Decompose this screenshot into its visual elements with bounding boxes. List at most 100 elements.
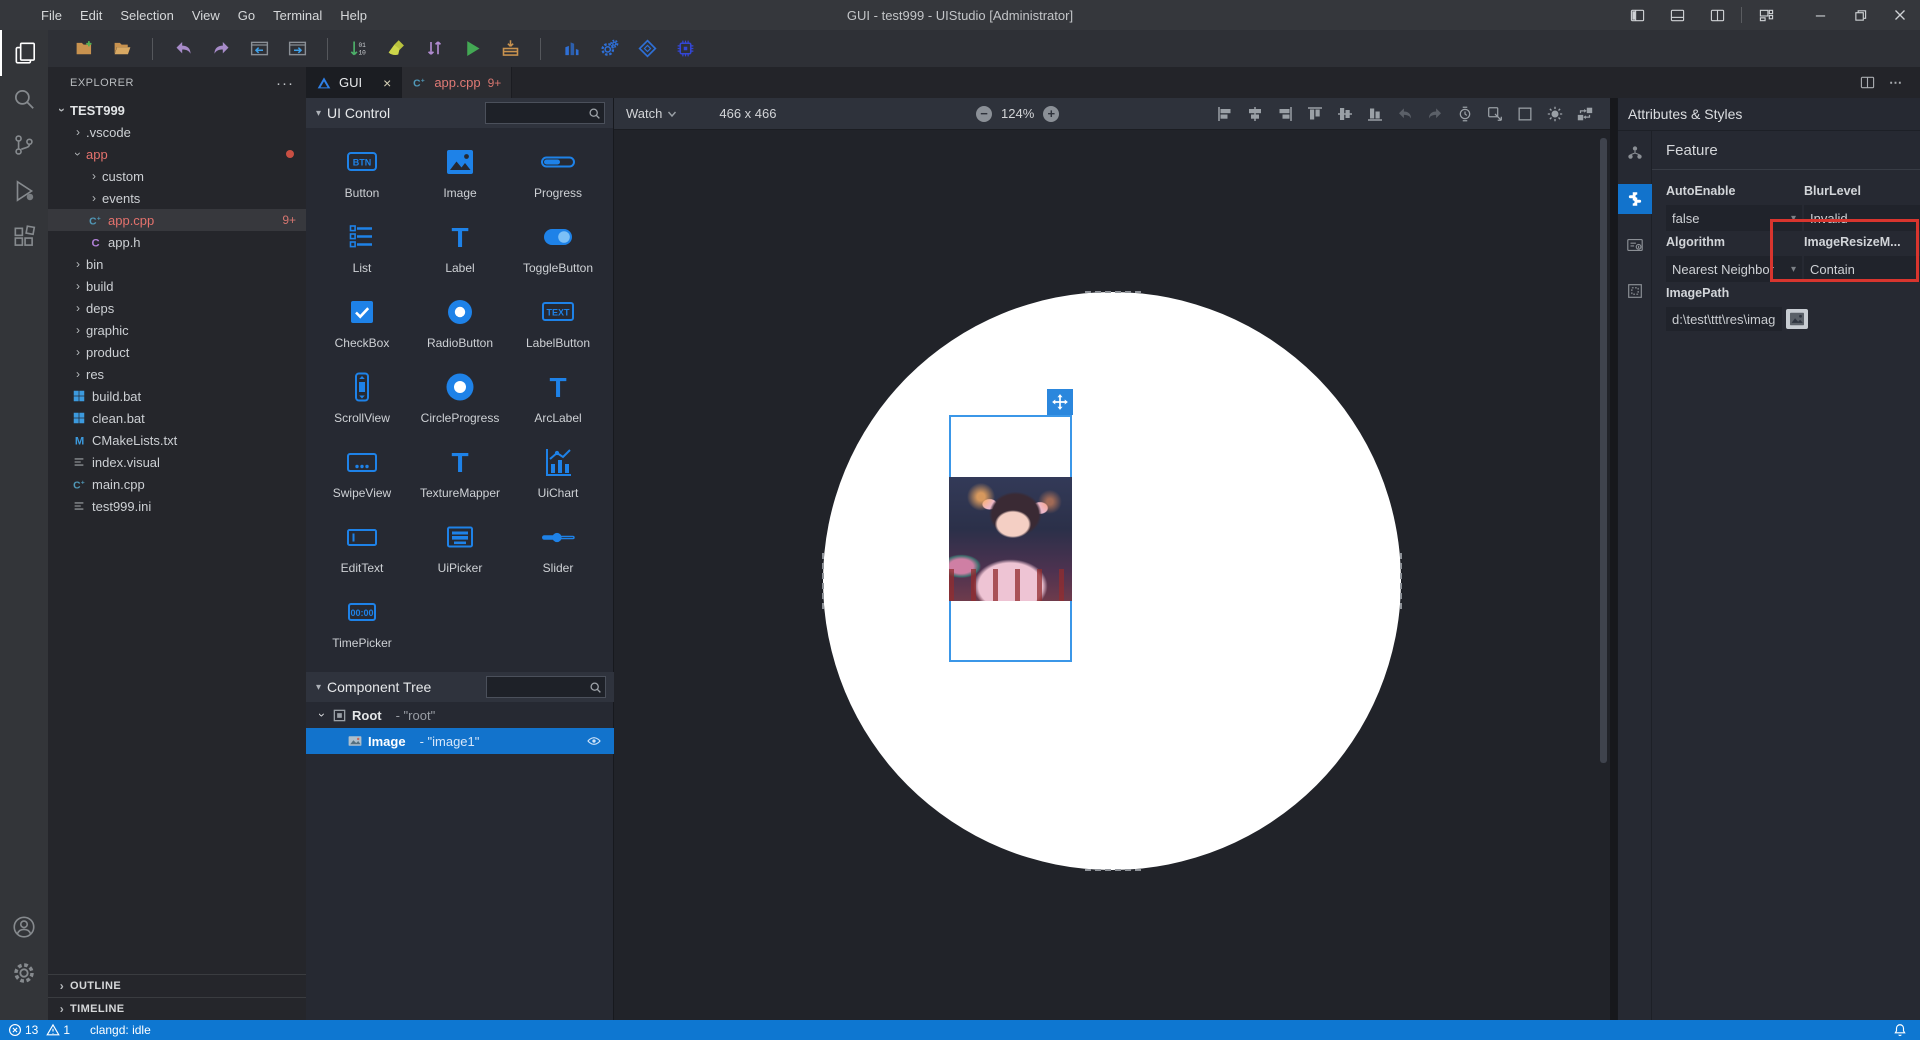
panel-export-icon[interactable] xyxy=(285,37,309,61)
bell-icon[interactable] xyxy=(1893,1023,1907,1037)
restore-icon[interactable] xyxy=(1840,0,1880,30)
palette-item-texturemapper[interactable]: T TextureMapper xyxy=(411,434,509,509)
chip-icon[interactable] xyxy=(673,37,697,61)
file-tree-item-test999.ini[interactable]: test999.ini xyxy=(48,495,306,517)
field-dropdown[interactable]: Contain ▾ xyxy=(1804,256,1920,282)
attr-tab-info-panel[interactable] xyxy=(1618,230,1652,260)
palette-item-list[interactable]: List xyxy=(313,209,411,284)
source-control-activity-item[interactable] xyxy=(0,122,48,168)
ui-control-header[interactable]: ▾ UI Control xyxy=(306,98,613,128)
error-icon[interactable] xyxy=(8,1023,22,1037)
undo-dim-icon[interactable] xyxy=(1395,104,1414,123)
warning-count[interactable]: 1 xyxy=(63,1023,70,1037)
tab-gui[interactable]: GUI× xyxy=(306,67,402,98)
palette-item-image[interactable]: Image xyxy=(411,134,509,209)
close-icon[interactable] xyxy=(1880,0,1920,30)
palette-item-scrollview[interactable]: ScrollView xyxy=(313,359,411,434)
align-left-icon[interactable] xyxy=(1215,104,1234,123)
extensions-activity-item[interactable] xyxy=(0,214,48,260)
marquee-icon[interactable] xyxy=(1515,104,1534,123)
component-tree-header[interactable]: ▾ Component Tree xyxy=(306,672,614,702)
brightness-icon[interactable] xyxy=(1545,104,1564,123)
files-activity-item[interactable] xyxy=(0,30,48,76)
deploy-icon[interactable] xyxy=(498,37,522,61)
palette-item-timepicker[interactable]: 00:00 TimePicker xyxy=(313,584,411,659)
settings-gear-activity-item[interactable] xyxy=(0,950,48,996)
explorer-more-actions[interactable]: ··· xyxy=(276,75,294,92)
move-handle[interactable] xyxy=(1047,389,1073,415)
component-node-image[interactable]: Image - "image1" xyxy=(306,728,614,754)
new-folder-icon[interactable] xyxy=(72,37,96,61)
search-activity-item[interactable] xyxy=(0,76,48,122)
file-tree-item-app.h[interactable]: Capp.h xyxy=(48,231,306,253)
file-tree-item-main.cpp[interactable]: C+main.cpp xyxy=(48,473,306,495)
menu-edit[interactable]: Edit xyxy=(71,0,111,30)
eye-icon[interactable] xyxy=(586,733,602,749)
palette-item-uipicker[interactable]: UiPicker xyxy=(411,509,509,584)
palette-item-checkbox[interactable]: CheckBox xyxy=(313,284,411,359)
file-tree-item-CMakeLists.txt[interactable]: MCMakeLists.txt xyxy=(48,429,306,451)
minimize-icon[interactable] xyxy=(1800,0,1840,30)
gears-icon[interactable] xyxy=(597,37,621,61)
tab-app-cpp[interactable]: C+app.cpp9+ xyxy=(402,67,512,98)
sort-lines-icon[interactable]: 0110 xyxy=(346,37,370,61)
format-icon[interactable] xyxy=(422,37,446,61)
ui-control-search-input[interactable] xyxy=(486,106,588,120)
file-tree-item-build.bat[interactable]: build.bat xyxy=(48,385,306,407)
menu-selection[interactable]: Selection xyxy=(111,0,182,30)
clean-icon[interactable] xyxy=(384,37,408,61)
palette-item-button[interactable]: BTN Button xyxy=(313,134,411,209)
file-tree-item-res[interactable]: ›res xyxy=(48,363,306,385)
layout-panel-icon[interactable] xyxy=(1657,0,1697,30)
warning-icon[interactable] xyxy=(46,1023,60,1037)
palette-item-label[interactable]: T Label xyxy=(411,209,509,284)
layout-customize-icon[interactable] xyxy=(1746,0,1786,30)
diamond-icon[interactable] xyxy=(635,37,659,61)
device-selector-dropdown[interactable]: Watch xyxy=(626,106,677,121)
file-tree-item-deps[interactable]: ›deps xyxy=(48,297,306,319)
capture-icon[interactable] xyxy=(1485,104,1504,123)
component-node-root[interactable]: › Root - "root" xyxy=(306,702,614,728)
align-bottom-icon[interactable] xyxy=(1365,104,1384,123)
menu-help[interactable]: Help xyxy=(331,0,376,30)
error-count[interactable]: 13 xyxy=(25,1023,38,1037)
imagepath-input[interactable]: d:\test\ttt\res\imag xyxy=(1666,307,1782,331)
palette-item-circleprogress[interactable]: CircleProgress xyxy=(411,359,509,434)
canvas-surface[interactable] xyxy=(614,130,1610,1020)
undo-icon[interactable] xyxy=(171,37,195,61)
palette-item-arclabel[interactable]: T ArcLabel xyxy=(509,359,607,434)
file-tree-item-clean.bat[interactable]: clean.bat xyxy=(48,407,306,429)
align-right-icon[interactable] xyxy=(1275,104,1294,123)
account-activity-item[interactable] xyxy=(0,904,48,950)
file-tree-item-index.visual[interactable]: index.visual xyxy=(48,451,306,473)
palette-item-radiobutton[interactable]: RadioButton xyxy=(411,284,509,359)
attr-tab-puzzle[interactable] xyxy=(1618,184,1652,214)
field-dropdown[interactable]: Invalid ▾ xyxy=(1804,205,1920,231)
split-editor-icon[interactable] xyxy=(1860,75,1875,90)
browse-image-button[interactable] xyxy=(1786,309,1808,329)
field-dropdown[interactable]: false ▾ xyxy=(1666,205,1802,231)
canvas-scrollbar[interactable] xyxy=(1600,138,1607,763)
palette-item-uichart[interactable]: UiChart xyxy=(509,434,607,509)
transform-icon[interactable] xyxy=(1575,104,1594,123)
menu-view[interactable]: View xyxy=(183,0,229,30)
align-top-icon[interactable] xyxy=(1305,104,1324,123)
menu-terminal[interactable]: Terminal xyxy=(264,0,331,30)
project-root-row[interactable]: › TEST999 xyxy=(48,99,306,121)
layout-sidebar-left-icon[interactable] xyxy=(1617,0,1657,30)
outline-section[interactable]: › OUTLINE xyxy=(48,974,306,997)
palette-item-slider[interactable]: Slider xyxy=(509,509,607,584)
align-middle-icon[interactable] xyxy=(1335,104,1354,123)
file-tree-item-app.cpp[interactable]: C+app.cpp9+ xyxy=(48,209,306,231)
palette-item-labelbutton[interactable]: TEXT LabelButton xyxy=(509,284,607,359)
open-folder-icon[interactable] xyxy=(110,37,134,61)
tab-close-icon[interactable]: × xyxy=(383,75,391,91)
timeline-section[interactable]: › TIMELINE xyxy=(48,997,306,1020)
watch-device-icon[interactable] xyxy=(1455,104,1474,123)
redo-dim-icon[interactable] xyxy=(1425,104,1444,123)
run-icon[interactable] xyxy=(460,37,484,61)
zoom-in-button[interactable]: + xyxy=(1043,106,1059,122)
layout-sidebar-right-icon[interactable] xyxy=(1697,0,1737,30)
file-tree-item-build[interactable]: ›build xyxy=(48,275,306,297)
file-tree-item-product[interactable]: ›product xyxy=(48,341,306,363)
